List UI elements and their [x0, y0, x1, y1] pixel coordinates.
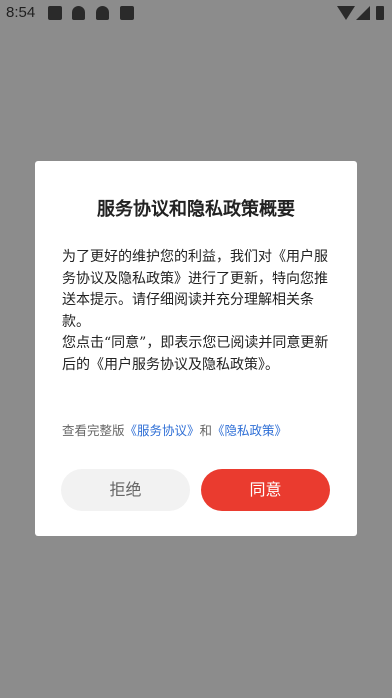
dialog-title: 服务协议和隐私政策概要: [97, 199, 295, 220]
ghost-icon: [72, 6, 85, 20]
dialog-body-paragraph-1: 为了更好的维护您的利益，我们对《用户服务协议及隐私政策》进行了更新，特向您推送本…: [62, 249, 328, 330]
links-prefix: 查看完整版: [62, 423, 125, 438]
reject-button[interactable]: 拒绝: [61, 469, 190, 511]
dialog-body: 为了更好的维护您的利益，我们对《用户服务协议及隐私政策》进行了更新，特向您推送本…: [62, 247, 332, 376]
wifi-icon: [337, 6, 355, 20]
notification-square-icon: [48, 6, 62, 20]
agreement-links: 查看完整版《服务协议》和《隐私政策》: [62, 420, 342, 439]
battery-icon: [376, 6, 384, 20]
status-time: 8:54: [6, 4, 36, 21]
cell-signal-icon: [356, 6, 370, 20]
notification-square-icon: [120, 6, 134, 20]
service-agreement-link[interactable]: 《服务协议》: [125, 423, 200, 438]
dialog-body-paragraph-2: 您点击“同意”，即表示您已阅读并同意更新后的《用户服务协议及隐私政策》。: [62, 335, 329, 373]
status-bar: 8:54: [0, 0, 392, 26]
links-joiner: 和: [199, 423, 213, 438]
privacy-policy-link[interactable]: 《隐私政策》: [212, 423, 287, 438]
ghost-icon: [96, 6, 109, 20]
agree-button[interactable]: 同意: [201, 469, 330, 511]
privacy-dialog: 服务协议和隐私政策概要 为了更好的维护您的利益，我们对《用户服务协议及隐私政策》…: [35, 161, 357, 536]
